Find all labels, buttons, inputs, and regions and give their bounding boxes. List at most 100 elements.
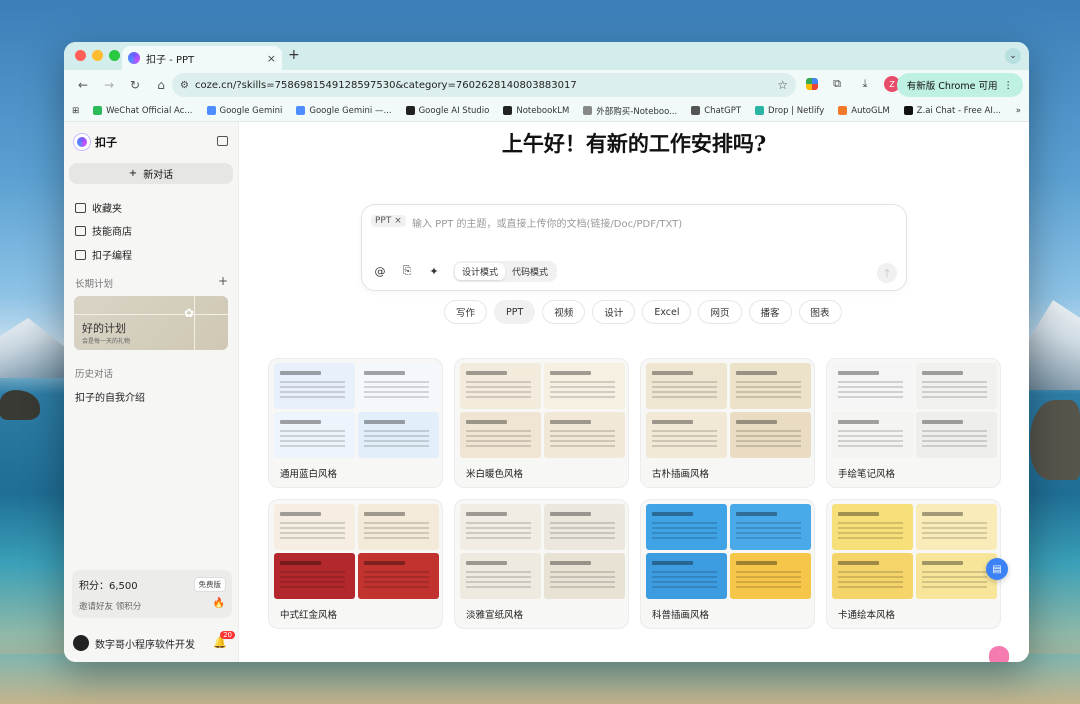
bookmark-item[interactable]: Drop | Netlify: [755, 106, 824, 116]
code-icon: [75, 249, 86, 260]
category-tab[interactable]: Excel: [642, 300, 692, 324]
tab-close-icon[interactable]: ×: [267, 52, 276, 65]
history-item[interactable]: 扣子的自我介绍: [75, 389, 145, 404]
mention-icon[interactable]: @: [372, 263, 388, 279]
slide-thumbnail: [916, 504, 997, 550]
category-tab[interactable]: 写作: [444, 300, 488, 324]
template-card[interactable]: 通用蓝白风格: [268, 358, 443, 488]
slide-thumbnail: [460, 553, 541, 599]
slide-thumbnail: [358, 553, 439, 599]
attach-icon[interactable]: ⎘: [399, 263, 415, 279]
browser-toolbar: ← → ↻ ⌂ ⚙ coze.cn/?skills=75869815491285…: [64, 70, 1029, 100]
slide-thumbnail: [832, 553, 913, 599]
category-tab[interactable]: 设计: [592, 300, 636, 324]
template-card[interactable]: 卡通绘本风格: [826, 499, 1001, 629]
category-tab[interactable]: 播客: [748, 300, 792, 324]
collapse-sidebar-icon[interactable]: [217, 136, 228, 146]
bookmark-item[interactable]: Z.ai Chat - Free AI...: [903, 106, 1001, 116]
more-menu-icon[interactable]: ⋮: [1004, 80, 1014, 91]
reload-icon[interactable]: ↻: [124, 74, 146, 96]
add-plan-icon[interactable]: +: [218, 274, 228, 288]
prompt-composer: PPT × 输入 PPT 的主题，或直接上传你的文档(链接/Doc/PDF/TX…: [361, 204, 907, 291]
extensions-icon[interactable]: ⧉: [828, 75, 846, 93]
bookmark-item[interactable]: AutoGLM: [838, 106, 890, 116]
plan-card[interactable]: ✿ 好的计划 会是每一天的礼物: [74, 296, 228, 350]
invite-link[interactable]: 邀请好友 领积分: [79, 600, 141, 612]
template-card[interactable]: 科普插画风格: [640, 499, 815, 629]
category-tab[interactable]: 网页: [698, 300, 742, 324]
sidebar-item-favorites[interactable]: 收藏夹: [75, 200, 122, 215]
sidebar-item-skill-store[interactable]: 技能商店: [75, 223, 132, 238]
bookmark-favicon-icon: [405, 106, 415, 115]
new-tab-button[interactable]: +: [288, 47, 300, 63]
template-preview: [646, 363, 811, 458]
download-icon[interactable]: ⤓: [856, 75, 874, 93]
skill-chip[interactable]: PPT ×: [371, 215, 406, 227]
plus-icon: +: [128, 168, 138, 179]
template-card[interactable]: 古朴插画风格: [640, 358, 815, 488]
minimize-window-button[interactable]: [92, 50, 103, 61]
new-chat-button[interactable]: + 新对话: [69, 163, 233, 184]
bookmark-item[interactable]: Google Gemini: [206, 106, 282, 116]
template-label: 米白暖色风格: [466, 469, 524, 480]
plan-badge[interactable]: 免费版: [193, 577, 226, 592]
prompt-input[interactable]: 输入 PPT 的主题，或直接上传你的文档(链接/Doc/PDF/TXT): [412, 215, 682, 230]
template-preview: [832, 504, 997, 599]
rock-left: [0, 390, 40, 420]
feedback-chat-icon[interactable]: ▤: [986, 558, 1008, 580]
folder-icon: [75, 202, 86, 213]
bookmark-item[interactable]: Google Gemini —...: [296, 106, 392, 116]
idea-bulb-icon[interactable]: ✦: [426, 263, 442, 279]
bookmark-item[interactable]: 外部购买-Noteboo...: [583, 105, 677, 117]
address-bar[interactable]: ⚙ coze.cn/?skills=7586981549128597530&ca…: [172, 73, 796, 97]
bookmark-favicon-icon: [206, 106, 216, 115]
bookmark-item[interactable]: WeChat Official Ac...: [93, 106, 193, 116]
slide-thumbnail: [358, 504, 439, 550]
close-window-button[interactable]: [75, 50, 86, 61]
apps-grid-icon[interactable]: ⊞: [72, 106, 79, 116]
template-card[interactable]: 米白暖色风格: [454, 358, 629, 488]
more-bookmarks-icon[interactable]: »: [1016, 106, 1021, 116]
send-arrow-icon[interactable]: ↑: [877, 263, 897, 283]
user-profile[interactable]: 数字哥小程序软件开发: [73, 635, 195, 651]
template-card[interactable]: 手绘笔记风格: [826, 358, 1001, 488]
plan-title: 好的计划: [82, 322, 126, 335]
category-tab[interactable]: 视频: [542, 300, 586, 324]
category-tab[interactable]: PPT: [494, 300, 536, 324]
bookmark-item[interactable]: Google AI Studio: [405, 106, 489, 116]
slide-thumbnail: [730, 553, 811, 599]
tab-title: 扣子 - PPT: [146, 54, 195, 66]
back-icon[interactable]: ←: [72, 74, 94, 96]
category-tab[interactable]: 图表: [798, 300, 842, 324]
code-mode-button[interactable]: 代码模式: [505, 263, 555, 280]
template-card[interactable]: 淡雅宣纸风格: [454, 499, 629, 629]
brand[interactable]: 扣子: [74, 134, 117, 150]
bookmark-favicon-icon: [583, 106, 593, 115]
mascot-icon[interactable]: [989, 646, 1009, 662]
slide-thumbnail: [274, 553, 355, 599]
store-icon: [75, 225, 86, 236]
bookmark-item[interactable]: NotebookLM: [503, 106, 569, 116]
mode-toggle: 设计模式 代码模式: [453, 261, 558, 282]
slide-thumbnail: [916, 363, 997, 409]
mountain-right: [1020, 300, 1080, 390]
site-info-icon[interactable]: ⚙: [180, 80, 189, 91]
sidebar-item-label: 技能商店: [92, 227, 132, 238]
template-card[interactable]: 中式红金风格: [268, 499, 443, 629]
tab-search-icon[interactable]: ⌄: [1005, 48, 1021, 64]
apps-icon[interactable]: [806, 78, 818, 90]
bookmark-item[interactable]: ChatGPT: [691, 106, 741, 116]
maximize-window-button[interactable]: [109, 50, 120, 61]
points-card: 积分：6,500 免费版 邀请好友 领积分 🔥: [72, 570, 232, 618]
tab-active[interactable]: 扣子 - PPT ×: [122, 46, 282, 70]
slide-thumbnail: [646, 504, 727, 550]
notification-count: 20: [220, 631, 235, 639]
bookmark-favicon-icon: [838, 106, 848, 115]
sidebar-item-coze-code[interactable]: 扣子编程: [75, 247, 132, 262]
design-mode-button[interactable]: 设计模式: [455, 263, 506, 280]
bookmark-star-icon[interactable]: ☆: [777, 78, 788, 92]
home-icon[interactable]: ⌂: [150, 74, 172, 96]
forward-icon[interactable]: →: [98, 74, 120, 96]
bookmark-favicon-icon: [755, 106, 765, 115]
chrome-update-button[interactable]: 有新版 Chrome 可用 ⋮: [896, 73, 1023, 97]
